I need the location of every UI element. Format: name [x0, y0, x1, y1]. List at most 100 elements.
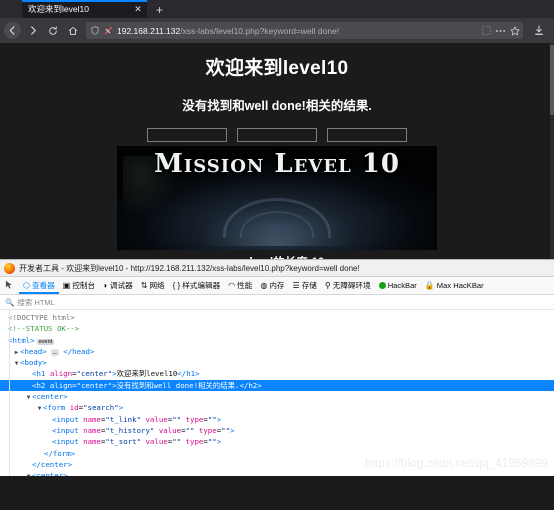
- dom-line[interactable]: ▼ <form id="search">: [0, 402, 554, 413]
- devtools-window-title: 开发者工具 - 欢迎来到level10 - http://192.168.211…: [19, 263, 360, 273]
- collapse-triangle-icon[interactable]: ▼: [25, 471, 32, 476]
- doctype-text: <!DOCTYPE html>: [8, 313, 75, 322]
- h2-text: 没有找到和well done!相关的结果.: [116, 380, 240, 390]
- input-t-history[interactable]: [237, 128, 317, 142]
- tag-html: html: [12, 335, 31, 345]
- shield-icon[interactable]: [89, 25, 100, 36]
- input-t-link[interactable]: [147, 128, 227, 142]
- mission-level-image: Mission Level 10: [117, 146, 437, 250]
- url-path: /xss-labs/level10.php?keyword=well done!: [180, 25, 340, 36]
- collapse-triangle-icon[interactable]: ▼: [36, 403, 43, 414]
- search-icon: 🔍: [5, 297, 15, 307]
- dom-line[interactable]: ▼ <body>: [0, 357, 554, 368]
- dom-line[interactable]: <!DOCTYPE html>: [0, 312, 554, 323]
- tab-debugger[interactable]: ◗ 调试器: [99, 277, 137, 294]
- dom-line[interactable]: ▼<center>: [0, 470, 554, 476]
- page-viewport: 欢迎来到level10 没有找到和well done!相关的结果. Missio…: [0, 43, 554, 259]
- tag-body: body: [24, 358, 43, 368]
- collapsed-ellipsis[interactable]: …: [51, 348, 59, 356]
- style-editor-icon: { }: [172, 280, 181, 290]
- dom-line[interactable]: <input name="t_sort" value="" type="">: [0, 436, 554, 447]
- hackbar-icon: [378, 282, 386, 289]
- browser-window: 欢迎来到level10 ✕ + 192.168.211.132/xss-labs…: [0, 0, 554, 259]
- reload-icon[interactable]: [43, 21, 63, 41]
- collapse-triangle-icon[interactable]: ▼: [13, 358, 20, 369]
- dom-tree[interactable]: <!DOCTYPE html> <!--STATUS OK--> <html> e…: [0, 310, 554, 476]
- tab-performance-label: 性能: [237, 281, 253, 290]
- dom-line[interactable]: <input name="t_history" value="" type=""…: [0, 425, 554, 436]
- tag-head: head: [24, 346, 43, 356]
- tab-debugger-label: 调试器: [109, 281, 133, 290]
- address-bar[interactable]: 192.168.211.132/xss-labs/level10.php?key…: [86, 22, 523, 39]
- dom-search-bar[interactable]: 🔍 搜索 HTML: [0, 295, 554, 310]
- tab-strip: 欢迎来到level10 ✕ +: [0, 0, 554, 18]
- home-icon[interactable]: [63, 21, 83, 41]
- page-heading-1: 欢迎来到level10: [205, 58, 349, 79]
- tab-inspector-label: 查看器: [31, 281, 55, 290]
- tab-inspector[interactable]: ⬡ 查看器: [19, 277, 59, 294]
- close-icon[interactable]: ✕: [133, 4, 143, 14]
- h1-text: 欢迎来到level10: [116, 369, 178, 379]
- dom-search-placeholder: 搜索 HTML: [17, 297, 55, 307]
- tab-max-hackbar[interactable]: 🔒 Max HacKBar: [421, 277, 488, 294]
- input-t-sort[interactable]: [327, 128, 407, 142]
- bookmark-star-icon[interactable]: [509, 25, 520, 36]
- tag-center: center: [36, 392, 64, 402]
- dom-line[interactable]: <input name="t_link" value="" type="">: [0, 414, 554, 425]
- dom-line[interactable]: ▶ <head> … </head>: [0, 346, 554, 357]
- image-caption: Mission Level 10: [154, 149, 400, 179]
- tab-style-editor-label: 样式编辑器: [182, 281, 221, 290]
- center-close-tag: </center>: [32, 459, 73, 469]
- download-icon[interactable]: [528, 25, 550, 36]
- reader-icon[interactable]: [481, 25, 492, 36]
- tab-console[interactable]: ▣ 控制台: [59, 277, 99, 294]
- tab-network-label: 网络: [149, 281, 165, 290]
- network-icon: ⇅: [140, 280, 148, 290]
- dom-line[interactable]: <html> event: [0, 335, 554, 346]
- firefox-icon: [4, 262, 15, 274]
- new-tab-button[interactable]: +: [156, 4, 163, 16]
- dom-line-selected[interactable]: <h2 align="center">没有找到和well done!相关的结果.…: [0, 379, 554, 392]
- devtools-toolbar: ⬡ 查看器 ▣ 控制台 ◗ 调试器 ⇅ 网络 { } 样式编辑器 ◠ 性能 ◍ …: [0, 277, 554, 295]
- dom-line[interactable]: <!--STATUS OK-->: [0, 323, 554, 334]
- tab-storage[interactable]: ☰ 存储: [289, 277, 321, 294]
- storage-icon: ☰: [292, 280, 300, 290]
- tab-hackbar-label: HackBar: [387, 281, 417, 290]
- tab-hackbar[interactable]: HackBar: [375, 277, 421, 294]
- url-host: 192.168.211.132: [117, 25, 181, 36]
- tab-performance[interactable]: ◠ 性能: [224, 277, 256, 294]
- tab-title: 欢迎来到level10: [28, 4, 89, 14]
- tab-style-editor[interactable]: { } 样式编辑器: [169, 277, 225, 294]
- tab-memory[interactable]: ◍ 内存: [256, 277, 288, 294]
- no-autofill-icon[interactable]: [103, 25, 114, 36]
- browser-tab[interactable]: 欢迎来到level10 ✕: [22, 0, 147, 18]
- dom-line[interactable]: <h1 align="center">欢迎来到level10</h1>: [0, 368, 554, 379]
- element-picker-icon[interactable]: [2, 277, 19, 294]
- event-badge[interactable]: event: [36, 338, 55, 345]
- back-arrow-icon[interactable]: [4, 22, 21, 39]
- devtools-panel: 开发者工具 - 欢迎来到level10 - http://192.168.211…: [0, 259, 554, 476]
- tab-console-label: 控制台: [72, 281, 96, 290]
- dom-line[interactable]: ▼<center>: [0, 391, 554, 402]
- indent-guide: [9, 310, 10, 476]
- devtools-titlebar: 开发者工具 - 欢迎来到level10 - http://192.168.211…: [0, 260, 554, 277]
- tab-network[interactable]: ⇅ 网络: [137, 277, 169, 294]
- tab-accessibility-label: 无障碍环境: [332, 281, 371, 290]
- page-scrollbar[interactable]: [550, 43, 554, 259]
- tag-center-2: center: [36, 471, 64, 476]
- page-actions-icon[interactable]: [495, 25, 506, 36]
- tab-accessibility[interactable]: ⚲ 无障碍环境: [321, 277, 375, 294]
- navigation-toolbar: 192.168.211.132/xss-labs/level10.php?key…: [0, 18, 554, 43]
- search-form: [0, 128, 554, 142]
- comment-text: <!--STATUS OK-->: [8, 324, 80, 334]
- form-close-tag: </form>: [44, 448, 76, 458]
- debugger-icon: ◗: [103, 280, 108, 290]
- watermark: https://blog.csdn.net/qq_41959899: [364, 458, 548, 470]
- memory-icon: ◍: [260, 280, 268, 290]
- performance-icon: ◠: [228, 280, 236, 290]
- url-text: 192.168.211.132/xss-labs/level10.php?key…: [117, 26, 478, 36]
- forward-arrow-icon[interactable]: [23, 21, 43, 41]
- tab-storage-label: 存储: [301, 281, 317, 290]
- page-content: 欢迎来到level10 没有找到和well done!相关的结果. Missio…: [0, 43, 554, 259]
- collapse-triangle-icon[interactable]: ▼: [25, 392, 32, 403]
